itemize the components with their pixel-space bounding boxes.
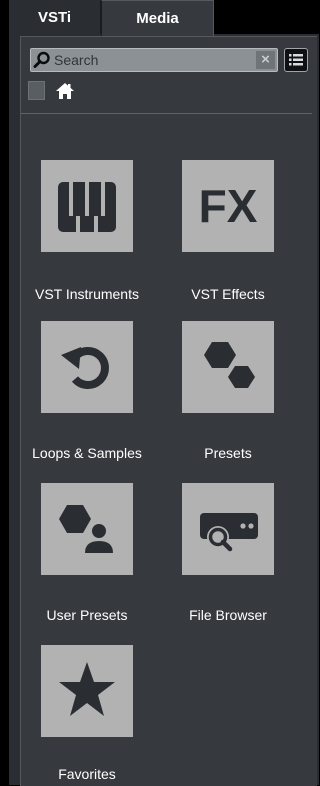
file-browser-label: File Browser (189, 607, 267, 623)
vst-instruments-label: VST Instruments (34, 286, 139, 302)
fx-icon: FX (198, 180, 258, 232)
tab-media[interactable]: Media (101, 0, 214, 36)
search-icon (33, 51, 50, 68)
search-box[interactable]: × (30, 48, 278, 72)
hexagons-icon (204, 342, 255, 388)
presets-tile[interactable] (182, 321, 274, 413)
vst-instruments-tile[interactable] (41, 160, 133, 252)
favorites-label: Favorites (58, 766, 116, 782)
search-input[interactable] (54, 50, 244, 70)
loop-arrow-icon (61, 347, 109, 389)
tab-vsti[interactable]: VSTi (9, 0, 101, 34)
loops-samples-tile[interactable] (41, 321, 133, 413)
vst-effects-tile[interactable]: FX (182, 160, 274, 252)
tab-bar: VSTi Media (9, 0, 319, 36)
favorites-tile[interactable] (41, 645, 133, 737)
piano-keys-icon (58, 182, 116, 232)
list-view-button[interactable] (284, 48, 308, 72)
vst-effects-label: VST Effects (191, 286, 265, 302)
presets-label: Presets (204, 445, 252, 461)
user-presets-tile[interactable] (41, 483, 133, 575)
separator (21, 113, 312, 114)
user-presets-label: User Presets (46, 607, 128, 623)
close-icon: × (261, 51, 270, 68)
star-icon (59, 662, 115, 716)
hexagon-user-icon (59, 505, 113, 553)
list-icon (289, 54, 303, 66)
back-button[interactable] (28, 81, 45, 100)
loops-samples-label: Loops & Samples (32, 445, 142, 461)
drive-search-icon (200, 513, 258, 552)
file-browser-tile[interactable] (182, 483, 274, 575)
clear-search-button[interactable]: × (256, 51, 275, 69)
home-icon[interactable] (55, 81, 75, 101)
